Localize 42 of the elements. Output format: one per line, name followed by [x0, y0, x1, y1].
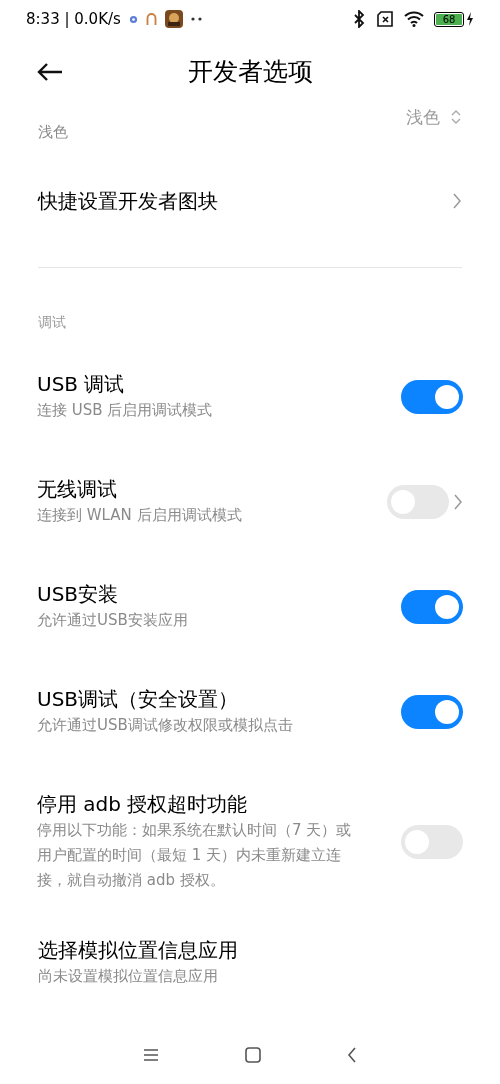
- charging-icon: [466, 12, 474, 26]
- setting-value: 浅色: [406, 106, 440, 129]
- setting-row[interactable]: 选择模拟位置信息应用 尚未设置模拟位置信息应用: [0, 911, 500, 1011]
- setting-description: 连接 USB 后启用调试模式: [37, 400, 214, 421]
- setting-description: 停用以下功能：如果系统在默认时间（7 天）或用户配置的时间（最短 1 天）内未重新建立连接，就自动撤消 adb 授权。: [37, 820, 353, 891]
- up-down-icon: [450, 108, 462, 126]
- setting-row[interactable]: USB调试（安全设置） 允许通过USB调试修改权限或模拟点击: [0, 659, 500, 764]
- setting-title: 停用 adb 授权超时功能: [37, 791, 249, 818]
- setting-title: 快捷设置开发者图块: [38, 188, 219, 215]
- toggle-switch[interactable]: [401, 694, 463, 729]
- setting-title: USB 调试: [37, 371, 126, 398]
- back-icon[interactable]: [347, 1047, 357, 1063]
- section-header: 调试: [38, 314, 66, 330]
- no-sim-icon: [376, 11, 394, 27]
- setting-description: 允许通过USB安装应用: [37, 610, 189, 631]
- setting-row[interactable]: 无线调试 连接到 WLAN 后启用调试模式: [0, 449, 500, 554]
- setting-title: USB调试（安全设置）: [37, 686, 240, 713]
- setting-row[interactable]: USB 调试 连接 USB 后启用调试模式: [0, 344, 500, 449]
- menu-icon[interactable]: [143, 1048, 159, 1062]
- toggle-switch[interactable]: [401, 379, 463, 414]
- setting-row[interactable]: USB安装 允许通过USB安装应用: [0, 554, 500, 659]
- status-time: 8:33 | 0.0K/s: [26, 8, 121, 30]
- toggle-switch[interactable]: [401, 589, 463, 624]
- setting-title: 选择模拟位置信息应用: [38, 937, 239, 964]
- setting-title: 无线调试: [37, 476, 118, 503]
- home-icon[interactable]: [245, 1047, 261, 1063]
- setting-description: 浅色: [38, 122, 69, 143]
- battery-indicator: 68: [434, 11, 464, 27]
- setting-description: 允许通过USB调试修改权限或模拟点击: [37, 715, 294, 736]
- chevron-icon: [452, 192, 462, 210]
- setting-title: USB安装: [37, 581, 120, 608]
- arch-icon: [145, 13, 157, 25]
- page-title: 开发者选项: [187, 56, 313, 89]
- setting-row[interactable]: 停用 adb 授权超时功能 停用以下功能：如果系统在默认时间（7 天）或用户配置的时间（最短 1 天）内未重新建立连接，就自动撤消 adb 授权。: [0, 764, 500, 911]
- setting-row[interactable]: 快捷设置开发者图块: [0, 165, 500, 237]
- app-icon: [164, 10, 183, 28]
- bluetooth-icon: [352, 10, 366, 28]
- setting-description: 连接到 WLAN 后启用调试模式: [37, 505, 243, 526]
- more-icon: [190, 17, 203, 21]
- wifi-icon: [404, 11, 424, 27]
- setting-row[interactable]: 浅色 浅色: [0, 106, 500, 165]
- setting-description: 尚未设置模拟位置信息应用: [38, 966, 219, 987]
